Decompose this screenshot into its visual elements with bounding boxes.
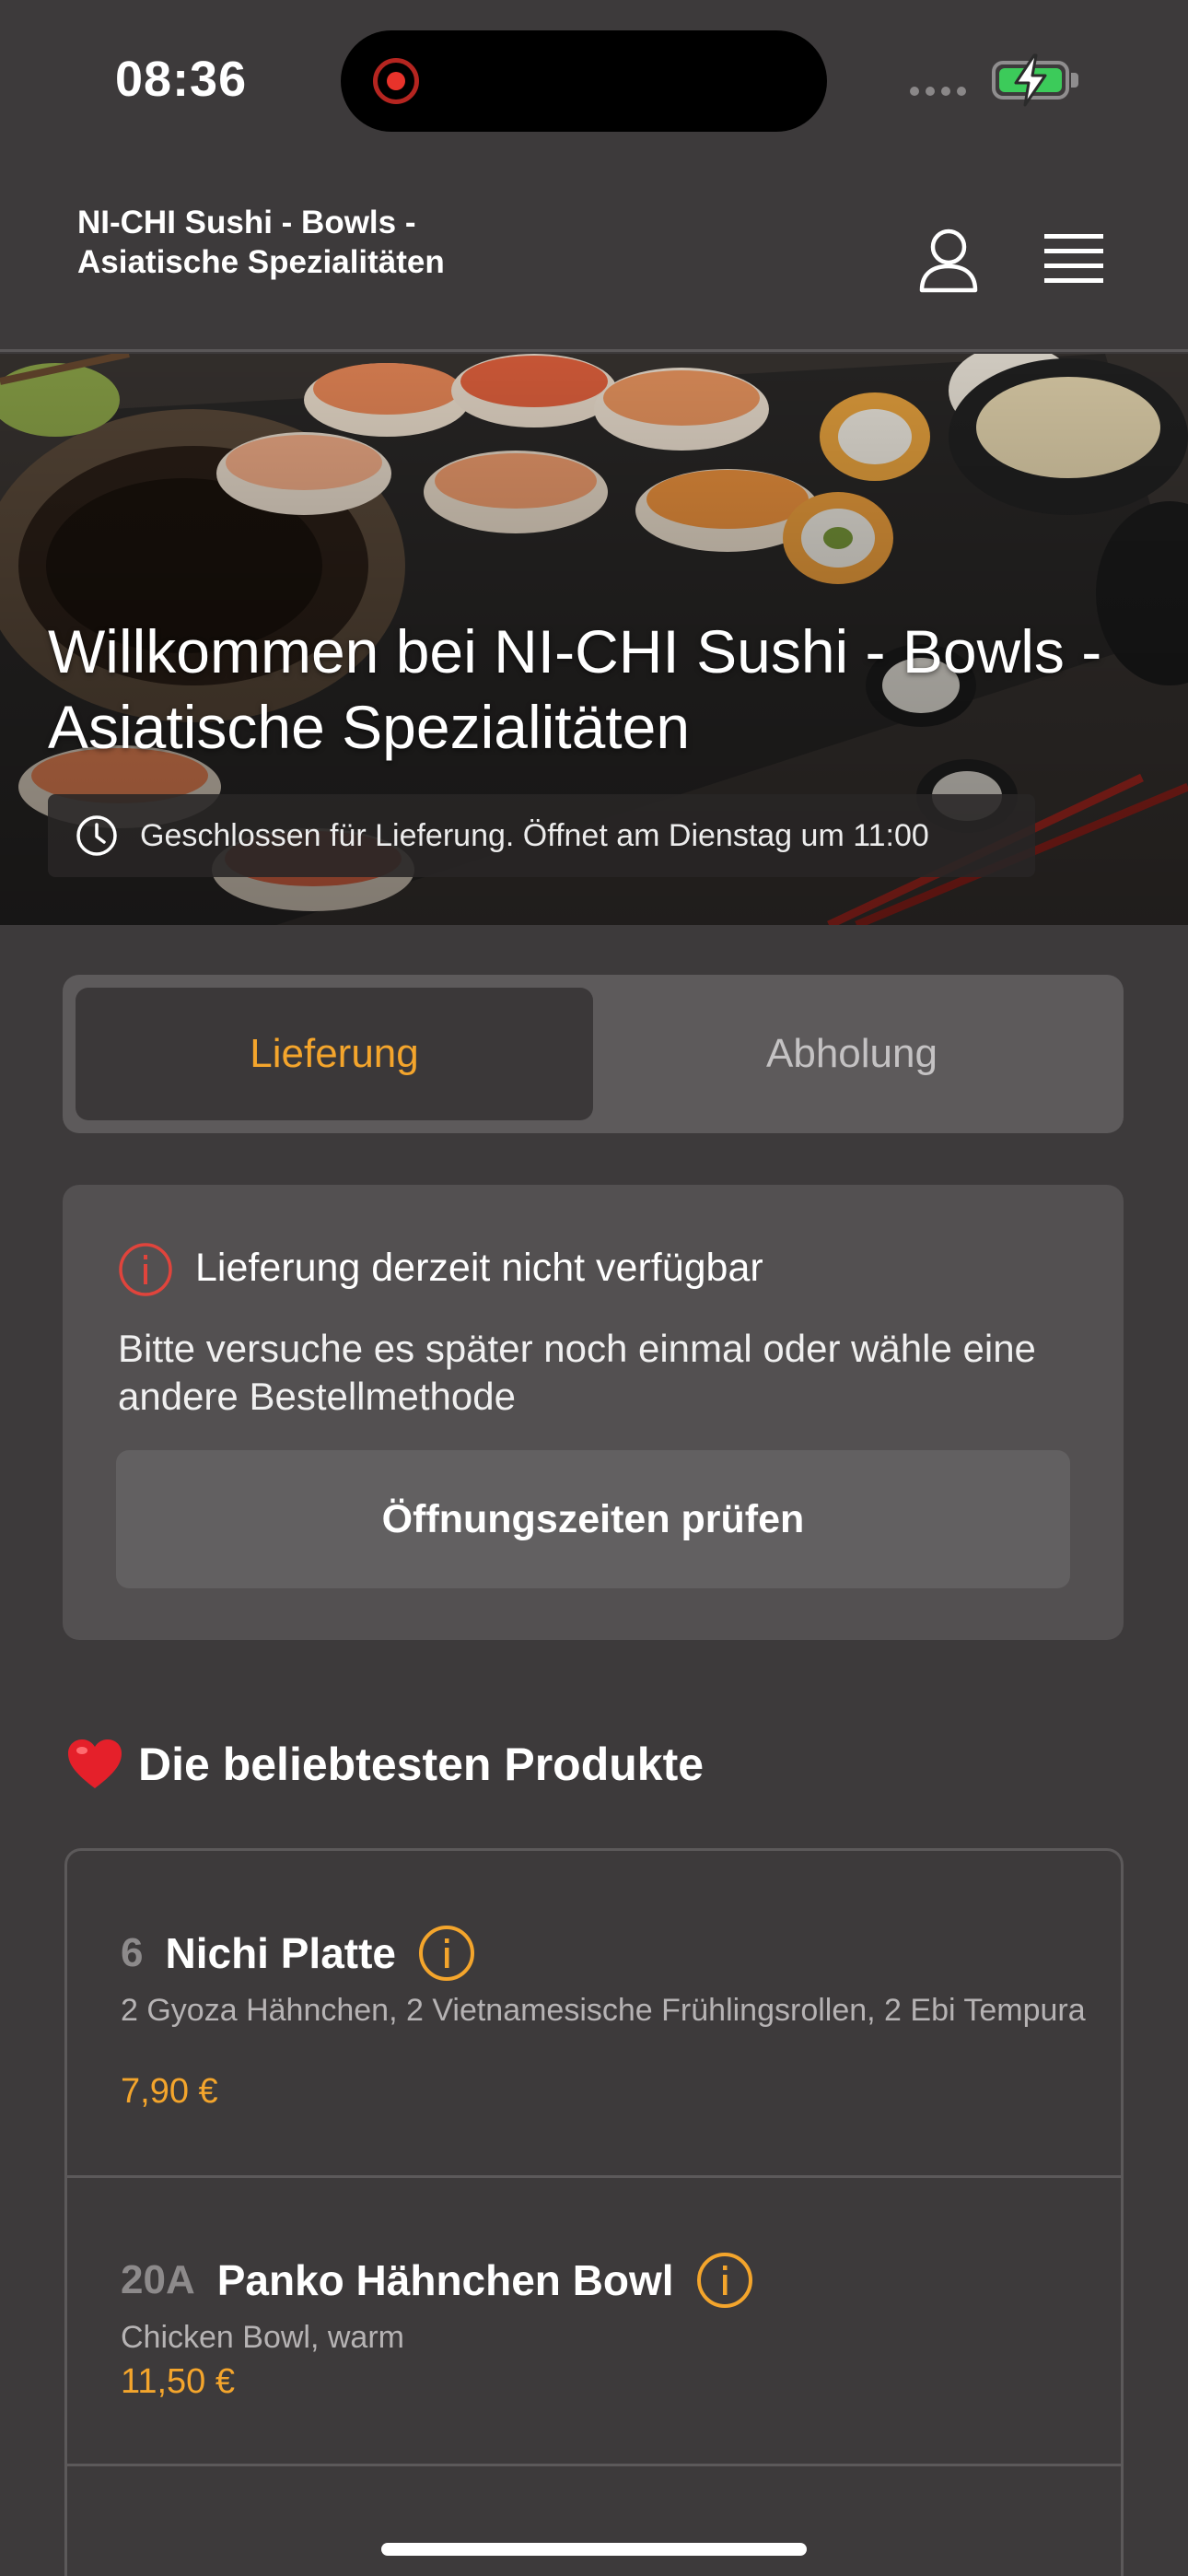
status-time: 08:36 (115, 52, 248, 107)
user-icon[interactable] (917, 227, 980, 293)
heart-icon (68, 1739, 122, 1788)
opening-status-text: Geschlossen für Lieferung. Öffnet am Die… (140, 817, 929, 853)
product-number: 20A (121, 2257, 195, 2302)
clock-icon (76, 815, 117, 856)
product-item[interactable]: 6 Nichi Platte 2 Gyoza Hähnchen, 2 Vietn… (67, 1851, 1121, 2178)
delivery-unavailable-card: Lieferung derzeit nicht verfügbar Bitte … (63, 1185, 1124, 1640)
notice-text: Bitte versuche es später noch einmal ode… (118, 1327, 1036, 1418)
site-header: NI-CHI Sushi - Bowls - Asiatische Spezia… (0, 166, 1188, 352)
popular-products-heading: Die beliebtesten Produkte (66, 1738, 704, 1791)
product-price: 11,50 € (121, 2362, 235, 2401)
opening-status-banner: Geschlossen für Lieferung. Öffnet am Die… (48, 794, 1035, 877)
product-number: 6 (121, 1930, 144, 1975)
product-description: Chicken Bowl, warm (121, 2320, 404, 2355)
cellular-signal-icon (910, 87, 966, 96)
info-circle-icon (119, 1243, 172, 1296)
section-title: Die beliebtesten Produkte (138, 1739, 705, 1790)
info-icon[interactable] (696, 2252, 753, 2309)
tab-delivery[interactable]: Lieferung (76, 988, 593, 1120)
notice-title: Lieferung derzeit nicht verfügbar (195, 1246, 763, 1290)
tab-pickup[interactable]: Abholung (593, 988, 1111, 1120)
hero-banner: Willkommen bei NI-CHI Sushi - Bowls - As… (0, 354, 1188, 925)
screen-recording-icon (373, 58, 419, 104)
check-opening-hours-button[interactable]: Öffnungszeiten prüfen (116, 1450, 1070, 1588)
product-item[interactable]: 20A Panko Hähnchen Bowl Chicken Bowl, wa… (67, 2178, 1121, 2466)
product-list: 6 Nichi Platte 2 Gyoza Hähnchen, 2 Vietn… (64, 1848, 1124, 2576)
dynamic-island (341, 30, 827, 132)
welcome-title: Willkommen bei NI-CHI Sushi - Bowls - As… (48, 617, 1102, 761)
home-indicator[interactable] (381, 2543, 807, 2556)
restaurant-name[interactable]: NI-CHI Sushi - Bowls - Asiatische Spezia… (77, 203, 455, 282)
product-name: Panko Hähnchen Bowl (216, 2256, 674, 2304)
charging-bolt-icon (1014, 53, 1047, 107)
order-method-tabs: Lieferung Abholung (63, 975, 1124, 1133)
product-price: 7,90 € (121, 2072, 218, 2111)
hamburger-menu-icon[interactable] (1044, 232, 1103, 286)
product-description: 2 Gyoza Hähnchen, 2 Vietnamesische Frühl… (121, 1993, 1086, 2028)
status-bar: 08:36 (0, 0, 1188, 166)
info-icon[interactable] (418, 1925, 475, 1982)
product-name: Nichi Platte (165, 1929, 396, 1977)
